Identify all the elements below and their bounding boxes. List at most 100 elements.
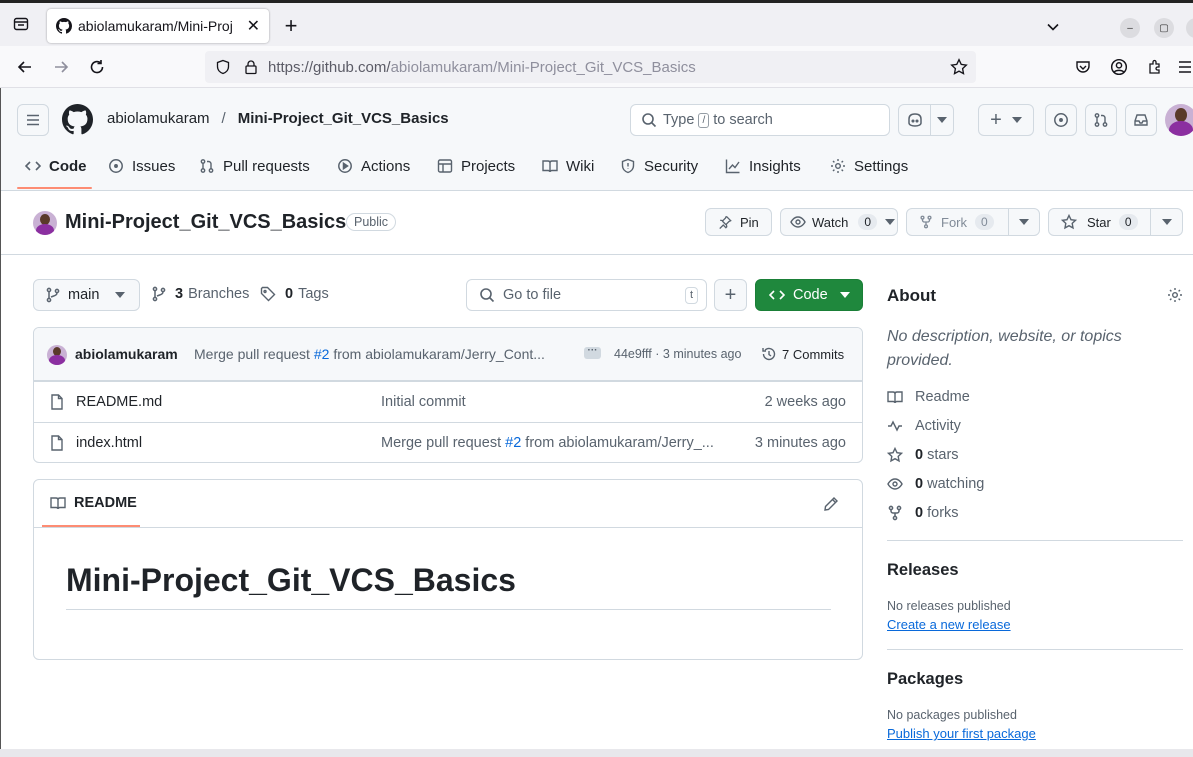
breadcrumb-separator: / <box>221 110 226 127</box>
tags-link[interactable]: 0 Tags <box>260 286 329 302</box>
stars-label: stars <box>927 447 959 463</box>
caret-down-icon[interactable] <box>931 117 953 123</box>
file-commit-message[interactable]: Initial commit <box>381 394 466 410</box>
tab-label: Pull requests <box>223 157 310 175</box>
forward-icon[interactable] <box>50 56 72 78</box>
maximize-icon[interactable]: ▢ <box>1154 18 1174 38</box>
tab-projects[interactable]: Projects <box>437 146 515 186</box>
commits-link[interactable]: 7 Commits <box>761 346 844 362</box>
github-logo-icon[interactable] <box>62 104 93 135</box>
issues-icon[interactable] <box>1045 104 1077 136</box>
activity-link[interactable]: Activity <box>887 418 961 434</box>
publish-package-link[interactable]: Publish your first package <box>887 726 1036 741</box>
caret-down-icon[interactable] <box>1009 219 1039 225</box>
file-name[interactable]: index.html <box>76 435 142 451</box>
copilot-button[interactable] <box>898 104 954 136</box>
owner-avatar[interactable] <box>33 211 57 235</box>
readme-tab[interactable]: README <box>50 495 137 511</box>
hamburger-icon[interactable] <box>17 104 49 136</box>
extensions-icon[interactable] <box>1144 56 1166 78</box>
author-avatar[interactable] <box>47 345 67 365</box>
watch-count: 0 <box>858 214 878 230</box>
branch-selector[interactable]: main <box>33 279 140 311</box>
readme-label: Readme <box>915 389 970 405</box>
reload-icon[interactable] <box>86 56 108 78</box>
forks-link[interactable]: 0 forks <box>887 505 959 521</box>
tab-security[interactable]: Security <box>620 146 698 186</box>
commit-message[interactable]: Merge pull request #2 from abiolamukaram… <box>194 346 545 362</box>
bookmark-star-icon[interactable] <box>950 58 968 76</box>
browser-tab[interactable]: abiolamukaram/Mini-Proj ✕ <box>47 9 269 43</box>
repo-name[interactable]: Mini-Project_Git_VCS_Basics <box>65 211 346 234</box>
tab-label: Actions <box>361 157 411 175</box>
add-file-button[interactable]: + <box>714 279 747 311</box>
create-new-button[interactable]: + <box>978 104 1034 136</box>
watching-link[interactable]: 0 watching <box>887 476 984 492</box>
expand-commit-icon[interactable]: ··· <box>584 346 601 359</box>
caret-down-icon[interactable] <box>1151 219 1182 225</box>
releases-title[interactable]: Releases <box>887 561 959 580</box>
tab-code[interactable]: Code <box>25 146 87 186</box>
browser-nav-bar: https://github.com/abiolamukaram/Mini-Pr… <box>0 46 1193 88</box>
commit-author[interactable]: abiolamukaram <box>75 346 178 362</box>
new-tab-icon[interactable]: + <box>280 13 302 38</box>
file-row[interactable]: README.md Initial commit 2 weeks ago <box>34 381 862 422</box>
heading-divider <box>66 609 831 610</box>
owner-link[interactable]: abiolamukaram <box>107 110 210 127</box>
file-commit-message[interactable]: Merge pull request #2 from abiolamukaram… <box>381 435 714 451</box>
user-avatar[interactable] <box>1165 104 1193 136</box>
fork-button[interactable]: Fork 0 <box>906 208 1040 236</box>
shield-icon[interactable] <box>215 59 231 75</box>
readme-panel: README Mini-Project_Git_VCS_Basics <box>33 479 863 660</box>
url-bar[interactable]: https://github.com/abiolamukaram/Mini-Pr… <box>205 51 976 83</box>
back-icon[interactable] <box>14 56 36 78</box>
packages-title[interactable]: Packages <box>887 670 963 689</box>
watch-button[interactable]: Watch 0 <box>780 208 898 236</box>
file-time: 2 weeks ago <box>764 394 846 410</box>
horizontal-scrollbar[interactable] <box>0 749 1193 757</box>
play-icon <box>337 158 353 174</box>
tab-wiki[interactable]: Wiki <box>542 146 594 186</box>
tab-issues[interactable]: Issues <box>108 146 175 186</box>
eye-icon <box>887 476 903 492</box>
branches-link[interactable]: 3 Branches <box>152 286 249 302</box>
star-button[interactable]: Star 0 <box>1048 208 1183 236</box>
stars-link[interactable]: 0 stars <box>887 447 959 463</box>
pocket-icon[interactable] <box>1072 56 1094 78</box>
readme-link[interactable]: Readme <box>887 389 970 405</box>
account-icon[interactable] <box>1108 56 1130 78</box>
tab-insights[interactable]: Insights <box>725 146 801 186</box>
close-window-icon[interactable]: ✕ <box>1186 18 1193 38</box>
menu-icon[interactable] <box>1178 56 1192 78</box>
chevron-down-icon[interactable] <box>1043 17 1063 37</box>
file-name[interactable]: README.md <box>76 394 162 410</box>
shield-icon <box>620 158 636 174</box>
tab-label: Insights <box>749 157 801 175</box>
code-button[interactable]: Code <box>755 279 863 311</box>
close-tab-icon[interactable]: ✕ <box>247 16 260 36</box>
caret-down-icon <box>115 292 126 298</box>
watching-label: watching <box>927 476 985 492</box>
pencil-icon[interactable] <box>823 496 839 512</box>
table-icon <box>437 158 453 174</box>
pull-requests-icon[interactable] <box>1085 104 1117 136</box>
search-placeholder-post: to search <box>713 112 773 128</box>
stars-count: 0 <box>915 447 924 463</box>
divider <box>887 649 1183 650</box>
tab-list-icon[interactable] <box>10 13 32 35</box>
go-to-file-input[interactable]: Go to file t <box>466 279 707 311</box>
history-icon <box>761 346 777 362</box>
tab-actions[interactable]: Actions <box>337 146 410 186</box>
file-row[interactable]: index.html Merge pull request #2 from ab… <box>34 422 862 462</box>
gear-icon[interactable] <box>1167 287 1183 303</box>
minimize-icon[interactable]: – <box>1120 18 1140 38</box>
commit-sha-time[interactable]: 44e9fff · 3 minutes ago <box>614 347 741 361</box>
inbox-icon[interactable] <box>1125 104 1157 136</box>
search-input[interactable]: Type / to search <box>630 104 890 136</box>
pin-button[interactable]: Pin <box>705 208 772 236</box>
repo-link[interactable]: Mini-Project_Git_VCS_Basics <box>238 110 449 127</box>
tab-settings[interactable]: Settings <box>830 146 908 186</box>
lock-icon[interactable] <box>243 59 259 75</box>
create-release-link[interactable]: Create a new release <box>887 617 1011 632</box>
tab-pull-requests[interactable]: Pull requests <box>199 146 310 186</box>
